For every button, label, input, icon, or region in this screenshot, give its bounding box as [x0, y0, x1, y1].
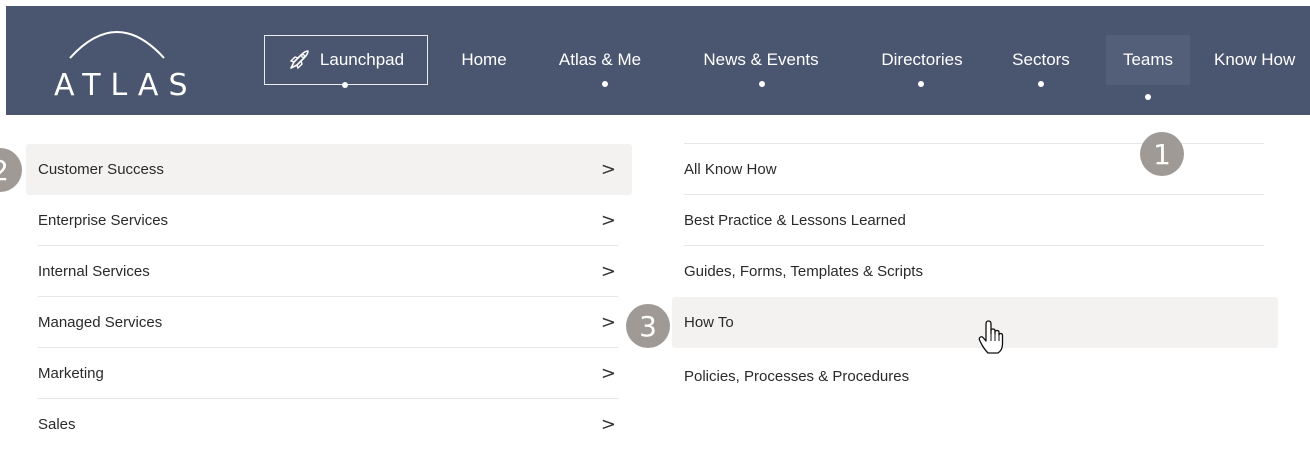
rocket-icon [288, 49, 310, 71]
step-badge-3: 3 [626, 304, 670, 348]
chevron-right-icon: > [600, 260, 616, 282]
nav-item-know-how[interactable]: Know How [1214, 35, 1310, 85]
menu-item-internal-services[interactable]: Internal Services > [38, 246, 618, 297]
nav-item-teams-dot [1145, 94, 1151, 100]
menu-item-label: Enterprise Services [38, 211, 169, 229]
nav-item-news-and-events[interactable]: News & Events [686, 35, 836, 85]
logo-text: ATLAS [54, 68, 198, 103]
nav-item-sectors-dot [1038, 81, 1044, 87]
nav-item-label: Atlas & Me [558, 50, 642, 69]
nav-item-teams[interactable]: Teams [1106, 35, 1190, 85]
menu-item-how-to[interactable]: How To [672, 297, 1278, 348]
menu-item-marketing[interactable]: Marketing > [38, 348, 618, 399]
chevron-right-icon: > [600, 209, 616, 231]
menu-item-label: Customer Success [38, 161, 164, 178]
know-how-submenu-right: All Know How Best Practice & Lessons Lea… [652, 115, 1310, 472]
launchpad-button[interactable]: Launchpad [264, 35, 428, 85]
nav-item-label: Teams [1122, 50, 1174, 69]
menu-item-label: Best Practice & Lessons Learned [684, 211, 906, 229]
menu-item-best-practice[interactable]: Best Practice & Lessons Learned [684, 195, 1264, 246]
nav-item-atlas-and-me-dot [602, 81, 608, 87]
menu-item-label: Marketing [38, 364, 104, 382]
menu-item-label: Managed Services [38, 313, 163, 331]
nav-item-news-and-events-dot [759, 81, 765, 87]
nav-item-directories[interactable]: Directories [864, 35, 980, 85]
nav-item-sectors[interactable]: Sectors [1002, 35, 1080, 85]
menu-item-customer-success[interactable]: Customer Success > [26, 144, 632, 195]
menu-item-label: Policies, Processes & Procedures [684, 368, 910, 385]
menu-item-label: Guides, Forms, Templates & Scripts [684, 263, 923, 280]
hand-pointer-icon [978, 320, 1004, 356]
chevron-right-icon: > [600, 414, 616, 435]
nav-item-label: Home [461, 50, 507, 69]
nav-item-label: Sectors [1012, 50, 1070, 69]
launchpad-dot [342, 82, 348, 88]
atlas-logo[interactable]: ATLAS [46, 20, 198, 104]
menu-item-managed-services[interactable]: Managed Services > [38, 297, 618, 348]
menu-item-label: All Know How [684, 160, 777, 178]
logo-arc-icon [69, 31, 165, 59]
menu-item-guides-forms[interactable]: Guides, Forms, Templates & Scripts [684, 246, 1264, 297]
chevron-right-icon: > [600, 311, 616, 333]
nav-item-label: Directories [881, 50, 963, 69]
launchpad-label: Launchpad [319, 50, 405, 69]
chevron-right-icon: > [600, 362, 616, 384]
teams-submenu-left: Customer Success > Enterprise Services >… [0, 115, 652, 472]
nav-item-label: News & Events [703, 50, 819, 69]
menu-item-sales[interactable]: Sales > [38, 399, 618, 450]
top-navigation-bar: ATLAS Launchpad Home Atlas & Me News & E… [6, 6, 1310, 115]
page: ATLAS Launchpad Home Atlas & Me News & E… [0, 0, 1310, 472]
nav-item-home[interactable]: Home [448, 35, 520, 85]
chevron-right-icon: > [600, 159, 616, 180]
menu-item-label: How To [684, 314, 734, 331]
step-badge-1: 1 [1140, 132, 1184, 176]
menu-item-policies[interactable]: Policies, Processes & Procedures [684, 351, 1264, 402]
nav-item-directories-dot [918, 81, 924, 87]
menu-item-label: Sales [38, 416, 76, 433]
nav-item-atlas-and-me[interactable]: Atlas & Me [544, 35, 656, 85]
menu-item-enterprise-services[interactable]: Enterprise Services > [38, 195, 618, 246]
menu-item-label: Internal Services [38, 262, 150, 280]
nav-item-label: Know How [1214, 50, 1296, 69]
